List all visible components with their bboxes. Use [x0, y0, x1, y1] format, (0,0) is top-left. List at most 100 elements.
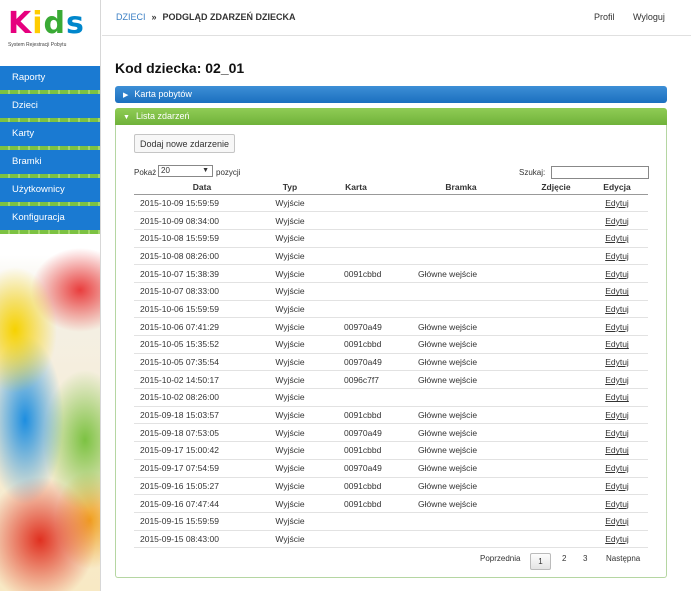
- cell-type: Wyjście: [264, 247, 316, 266]
- edit-link[interactable]: Edytuj: [605, 463, 629, 473]
- table-row: 2015-09-16 15:05:27 Wyjście 0091cbbd Główne…: [134, 477, 648, 496]
- cell-type: Wyjście: [264, 317, 316, 336]
- edit-link[interactable]: Edytuj: [605, 428, 629, 438]
- edit-link[interactable]: Edytuj: [605, 286, 629, 296]
- table-row: 2015-10-05 07:35:54 Wyjście 00970a49 Główne…: [134, 353, 648, 372]
- top-bar: DZIECI » PODGLĄD ZDARZEŃ DZIECKA Profil Wy…: [102, 0, 691, 36]
- cell-type: Wyjście: [264, 335, 316, 354]
- cell-date: 2015-10-07 08:33:00: [134, 282, 264, 301]
- edit-link[interactable]: Edytuj: [605, 375, 629, 385]
- pagination-page-current[interactable]: 1: [530, 553, 551, 570]
- cell-gate: Główne wejście: [396, 459, 526, 478]
- cell-type: Wyjście: [264, 494, 316, 513]
- search-input[interactable]: [551, 166, 649, 179]
- edit-link[interactable]: Edytuj: [605, 392, 629, 402]
- cell-date: 2015-10-09 15:59:59: [134, 194, 264, 213]
- cell-type: Wyjście: [264, 353, 316, 372]
- edit-link[interactable]: Edytuj: [605, 251, 629, 261]
- logout-link[interactable]: Wyloguj: [633, 12, 665, 22]
- col-header-edit[interactable]: Edycja: [586, 180, 648, 195]
- cell-date: 2015-09-15 08:43:00: [134, 530, 264, 549]
- cell-type: Wyjście: [264, 264, 316, 283]
- edit-link[interactable]: Edytuj: [605, 357, 629, 367]
- dropdown-arrow-icon: ▼: [202, 167, 209, 174]
- cell-edit: Edytuj: [586, 194, 648, 213]
- cell-date: 2015-09-15 15:59:59: [134, 512, 264, 531]
- cell-photo: [526, 247, 586, 266]
- cell-type: Wyjście: [264, 477, 316, 496]
- edit-link[interactable]: Edytuj: [605, 216, 629, 226]
- edit-link[interactable]: Edytuj: [605, 499, 629, 509]
- cell-photo: [526, 353, 586, 372]
- edit-link[interactable]: Edytuj: [605, 410, 629, 420]
- page-length-select[interactable]: 20 ▼: [158, 165, 213, 177]
- logo-letter: s: [66, 6, 85, 41]
- cell-gate: [396, 530, 526, 549]
- cell-photo: [526, 388, 586, 407]
- cell-card: 00970a49: [316, 353, 396, 372]
- edit-link[interactable]: Edytuj: [605, 445, 629, 455]
- cell-date: 2015-10-06 07:41:29: [134, 317, 264, 336]
- edit-link[interactable]: Edytuj: [605, 198, 629, 208]
- kids-logo[interactable]: Kids System Rejestracji Pobytu: [8, 6, 94, 56]
- cell-card: [316, 247, 396, 266]
- sidebar: Kids System Rejestracji Pobytu Raporty D…: [0, 0, 101, 591]
- nav-item-konfiguracja[interactable]: Konfiguracja: [0, 206, 100, 234]
- edit-link[interactable]: Edytuj: [605, 322, 629, 332]
- edit-link[interactable]: Edytuj: [605, 481, 629, 491]
- panel-header-events[interactable]: ▼ Lista zdarzeń: [115, 108, 667, 125]
- cell-date: 2015-10-09 08:34:00: [134, 211, 264, 230]
- edit-link[interactable]: Edytuj: [605, 516, 629, 526]
- panel-header-stays[interactable]: ▶ Karta pobytów: [115, 86, 667, 103]
- breadcrumb-link-dzieci[interactable]: DZIECI: [116, 12, 146, 22]
- add-event-button[interactable]: Dodaj nowe zdarzenie: [134, 134, 236, 153]
- cell-card: [316, 194, 396, 213]
- cell-type: Wyjście: [264, 211, 316, 230]
- col-header-gate[interactable]: Bramka: [396, 180, 526, 195]
- cell-date: 2015-09-16 15:05:27: [134, 477, 264, 496]
- length-suffix: pozycji: [216, 168, 241, 177]
- col-header-photo[interactable]: Zdjęcie: [526, 180, 586, 195]
- cell-card: [316, 282, 396, 301]
- edit-link[interactable]: Edytuj: [605, 339, 629, 349]
- cell-card: 0091cbbd: [316, 264, 396, 283]
- cell-date: 2015-09-17 07:54:59: [134, 459, 264, 478]
- cell-gate: Główne wejście: [396, 477, 526, 496]
- cell-edit: Edytuj: [586, 247, 648, 266]
- cell-gate: [396, 211, 526, 230]
- cell-card: 0096c7f7: [316, 370, 396, 390]
- pagination-next[interactable]: Następna: [606, 554, 640, 563]
- edit-link[interactable]: Edytuj: [605, 304, 629, 314]
- table-row: 2015-10-06 07:41:29 Wyjście 00970a49 Główne…: [134, 317, 648, 336]
- nav-item-bramki[interactable]: Bramki: [0, 150, 100, 178]
- nav-item-dzieci[interactable]: Dzieci: [0, 94, 100, 122]
- cell-photo: [526, 229, 586, 248]
- cell-edit: Edytuj: [586, 441, 648, 460]
- col-header-type[interactable]: Typ: [264, 180, 316, 195]
- cell-photo: [526, 459, 586, 478]
- col-header-card[interactable]: Karta: [316, 180, 396, 195]
- pagination-page[interactable]: 2: [562, 554, 566, 563]
- cell-type: Wyjście: [264, 370, 316, 390]
- cell-type: Wyjście: [264, 406, 316, 425]
- edit-link[interactable]: Edytuj: [605, 233, 629, 243]
- sidebar-nav: Raporty Dzieci Karty Bramki Użytkownicy …: [0, 66, 100, 234]
- col-header-date[interactable]: Data: [134, 180, 264, 195]
- cell-edit: Edytuj: [586, 388, 648, 407]
- cell-card: 0091cbbd: [316, 477, 396, 496]
- pagination-page[interactable]: 3: [583, 554, 587, 563]
- pagination-prev[interactable]: Poprzednia: [480, 554, 520, 563]
- nav-item-karty[interactable]: Karty: [0, 122, 100, 150]
- table-row: 2015-10-02 08:26:00 Wyjście Edytuj: [134, 388, 648, 407]
- cell-photo: [526, 370, 586, 390]
- cell-gate: Główne wejście: [396, 317, 526, 336]
- cell-card: [316, 512, 396, 531]
- nav-item-raporty[interactable]: Raporty: [0, 66, 100, 94]
- nav-item-uzytkownicy[interactable]: Użytkownicy: [0, 178, 100, 206]
- cell-date: 2015-10-02 14:50:17: [134, 370, 264, 390]
- edit-link[interactable]: Edytuj: [605, 269, 629, 279]
- table-row: 2015-10-09 15:59:59 Wyjście Edytuj: [134, 194, 648, 213]
- profile-link[interactable]: Profil: [594, 12, 615, 22]
- breadcrumb: DZIECI » PODGLĄD ZDARZEŃ DZIECKA: [116, 12, 296, 22]
- edit-link[interactable]: Edytuj: [605, 534, 629, 544]
